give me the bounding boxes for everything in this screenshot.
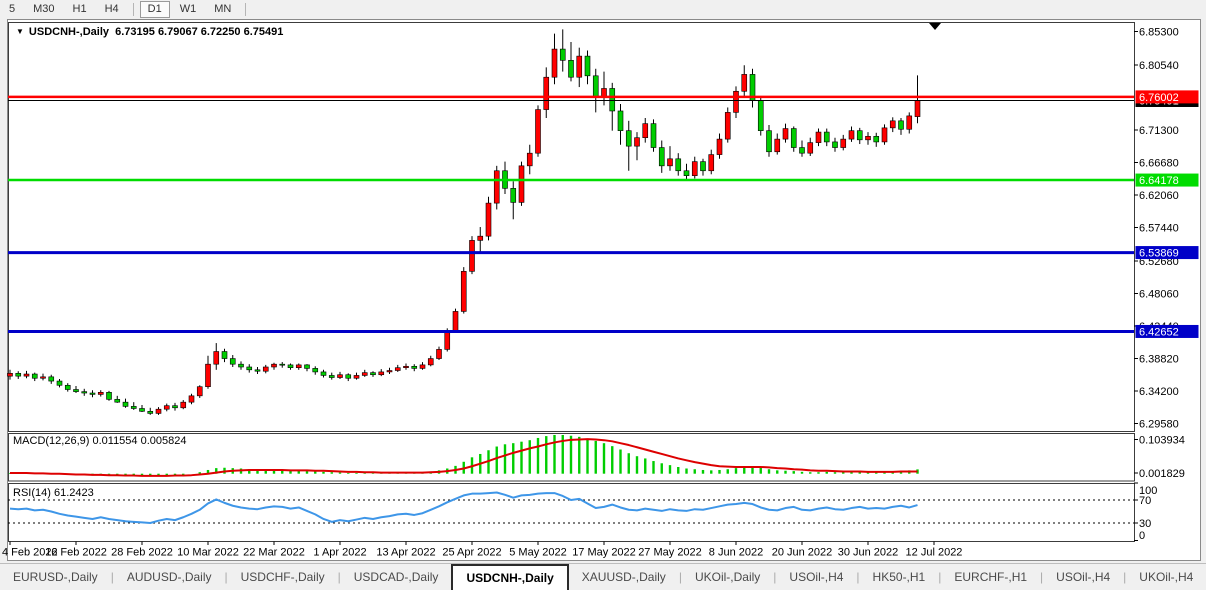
svg-text:6.48060: 6.48060 [1139,288,1179,300]
svg-text:10 Mar 2022: 10 Mar 2022 [177,547,239,559]
svg-text:22 Mar 2022: 22 Mar 2022 [243,547,305,559]
svg-text:6.85300: 6.85300 [1139,26,1179,38]
chart-symbol: USDCNH-,Daily [29,26,109,38]
svg-text:20 Jun 2022: 20 Jun 2022 [772,547,833,559]
svg-text:16 Feb 2022: 16 Feb 2022 [45,547,107,559]
svg-text:28 Feb 2022: 28 Feb 2022 [111,547,173,559]
svg-text:17 May 2022: 17 May 2022 [572,547,636,559]
svg-text:6.66680: 6.66680 [1139,157,1179,169]
svg-text:6.42652: 6.42652 [1139,326,1179,338]
svg-text:25 Apr 2022: 25 Apr 2022 [442,547,501,559]
svg-text:30 Jun 2022: 30 Jun 2022 [838,547,899,559]
svg-text:6.53869: 6.53869 [1139,248,1179,260]
svg-text:6.34200: 6.34200 [1139,386,1179,398]
svg-text:5 May 2022: 5 May 2022 [509,547,566,559]
dropdown-icon[interactable]: ▼ [16,27,24,36]
svg-text:8 Jun 2022: 8 Jun 2022 [709,547,763,559]
svg-text:6.62060: 6.62060 [1139,190,1179,202]
svg-text:6.64178: 6.64178 [1139,175,1179,187]
svg-text:6.76002: 6.76002 [1139,92,1179,104]
svg-text:6.71300: 6.71300 [1139,125,1179,137]
chart-title: ▼ USDCNH-,Daily 6.73195 6.79067 6.72250 6… [16,26,283,38]
svg-text:70: 70 [1139,495,1151,507]
svg-text:6.57440: 6.57440 [1139,222,1179,234]
svg-text:0.001829: 0.001829 [1139,468,1185,480]
svg-text:6.80540: 6.80540 [1139,60,1179,72]
svg-text:0.103934: 0.103934 [1139,435,1185,447]
chart-canvas[interactable]: 6.85300 6.80540 6.71300 6.66680 6.62060 6.574… [0,0,1206,589]
rsi-indicator-label: RSI(14) 61.2423 [13,487,94,499]
svg-text:12 Jul 2022: 12 Jul 2022 [906,547,963,559]
svg-text:27 May 2022: 27 May 2022 [638,547,702,559]
svg-text:30: 30 [1139,518,1151,530]
svg-text:6.38820: 6.38820 [1139,353,1179,365]
svg-text:0: 0 [1139,530,1145,542]
svg-text:13 Apr 2022: 13 Apr 2022 [376,547,435,559]
macd-indicator-label: MACD(12,26,9) 0.011554 0.005824 [13,435,186,447]
chart-ohlc: 6.73195 6.79067 6.72250 6.75491 [115,26,283,38]
svg-text:1 Apr 2022: 1 Apr 2022 [313,547,366,559]
svg-text:6.29580: 6.29580 [1139,418,1179,430]
